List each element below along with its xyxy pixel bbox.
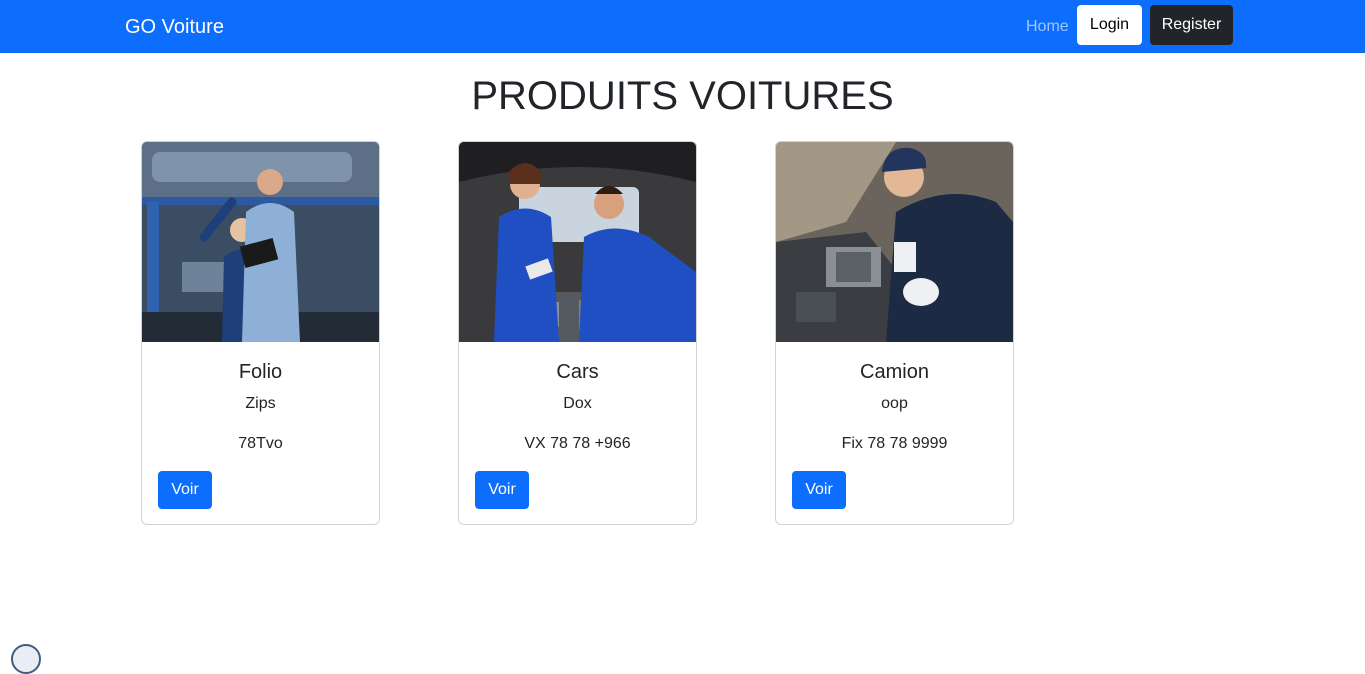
product-card-cars: Cars Dox VX 78 78 +966 Voir (458, 141, 697, 525)
product-subtitle: Zips (245, 395, 276, 412)
product-title: Camion (860, 361, 929, 383)
register-button[interactable]: Register (1150, 5, 1233, 45)
nav-home-link[interactable]: Home (1026, 17, 1069, 37)
page-title: PRODUITS VOITURES (471, 74, 894, 118)
voir-button[interactable]: Voir (158, 471, 212, 509)
product-reference: 78Tvo (238, 435, 283, 452)
login-button[interactable]: Login (1077, 5, 1142, 45)
voir-button[interactable]: Voir (792, 471, 846, 509)
product-subtitle: oop (881, 395, 908, 412)
brand-link[interactable]: GO Voiture (125, 15, 224, 39)
floating-widget-icon[interactable] (11, 644, 41, 674)
product-reference: VX 78 78 +966 (524, 435, 631, 452)
product-card-camion: Camion oop Fix 78 78 9999 Voir (775, 141, 1014, 525)
product-reference: Fix 78 78 9999 (841, 435, 948, 452)
navbar: GO Voiture Home Login Register (0, 0, 1365, 53)
product-image (142, 142, 379, 342)
product-image (776, 142, 1013, 342)
product-image (459, 142, 696, 342)
product-title: Cars (556, 361, 599, 383)
product-card-folio: Folio Zips 78Tvo Voir (141, 141, 380, 525)
product-subtitle: Dox (563, 395, 592, 412)
voir-button[interactable]: Voir (475, 471, 529, 509)
product-title: Folio (238, 361, 283, 383)
